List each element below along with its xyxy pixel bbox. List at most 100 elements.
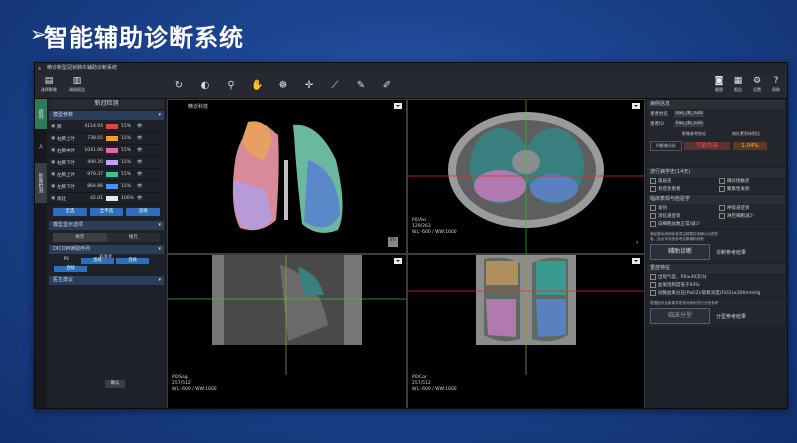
checkbox-icon[interactable] <box>650 290 656 296</box>
tab-person[interactable]: 人 <box>35 131 47 161</box>
structure-row[interactable]: ▣ 右肺中叶 1041.06 15% 👁 <box>49 145 164 157</box>
checkbox-icon[interactable] <box>650 205 656 211</box>
ok-button[interactable]: 确认 <box>105 380 125 388</box>
eye-icon[interactable]: 👁 <box>137 196 145 201</box>
checkbox-item[interactable]: 消化道症状 <box>647 212 716 220</box>
render-button[interactable]: 渲染 <box>126 208 161 216</box>
checkbox-icon[interactable] <box>650 178 656 184</box>
checkbox-icon[interactable] <box>650 274 656 280</box>
settings-button[interactable]: ⚙ 设置 <box>750 76 764 93</box>
structure-row[interactable]: ▣ 左肺下叶 864.86 15% 👁 <box>49 181 164 193</box>
dicom-select[interactable]: DICOM读取序列 ▾ <box>49 245 164 254</box>
checkbox-icon[interactable] <box>650 221 656 227</box>
checkbox-icon[interactable] <box>719 205 725 211</box>
eye-icon[interactable]: 👁 <box>137 184 145 189</box>
viewport-3d[interactable]: 精诊科技 复位 <box>167 99 407 254</box>
viewport-sagittal[interactable]: P0/Sag 257/512 WL:-600 / WW:1600 <box>167 254 407 408</box>
tab-image-detect[interactable]: 影像检测 <box>35 163 47 203</box>
color-swatch[interactable] <box>106 196 118 201</box>
opacity-value[interactable]: 15% <box>121 160 137 165</box>
color-swatch[interactable] <box>106 136 118 141</box>
checkbox-icon[interactable] <box>719 186 725 192</box>
checkbox-item[interactable]: 出现气促，RR≥30次/分 <box>647 273 785 281</box>
checkbox-icon[interactable] <box>650 186 656 192</box>
ai-analysis-button[interactable]: AI影像分析 <box>650 141 682 151</box>
checkbox-icon[interactable] <box>719 178 725 184</box>
eye-icon[interactable]: 👁 <box>137 124 145 129</box>
checkbox-item[interactable]: 动脉血氧分压(PaO2)/吸氧浓度(FiO2)≤300mmHg <box>647 289 785 297</box>
assist-diagnosis-button[interactable]: 辅助诊断 <box>650 244 710 260</box>
measure-icon[interactable]: ⟋ <box>329 80 341 92</box>
param-cell[interactable]: 连续 <box>54 266 88 272</box>
checkbox-item[interactable]: 呼吸道症状 <box>716 204 785 212</box>
checkbox-item[interactable]: 有症状患者 <box>647 185 716 193</box>
select-none-button[interactable]: 全不选 <box>89 208 124 216</box>
patient-id-field[interactable]: liao_dz_nick <box>674 121 704 127</box>
opacity-value[interactable]: 15% <box>121 184 137 189</box>
opacity-value[interactable]: 15% <box>121 172 137 177</box>
tab-case[interactable]: 病例 <box>35 99 47 129</box>
eye-icon[interactable]: 👁 <box>137 172 145 177</box>
checkbox-item[interactable]: 聚集性发病 <box>716 185 785 193</box>
structure-row[interactable]: ▣ 右肺下叶 490.20 15% 👁 <box>49 157 164 169</box>
zoom-icon[interactable]: ⚲ <box>225 80 237 92</box>
section-doctor-advice[interactable]: 医生建议 ▾ <box>49 276 164 285</box>
open-image-button[interactable]: ▤ 选择影像 <box>39 76 59 93</box>
color-swatch[interactable] <box>106 160 118 165</box>
report-button[interactable]: ▦ 报告 <box>731 76 745 93</box>
param-cell[interactable]: 连续 <box>80 258 115 264</box>
eye-icon[interactable]: 👁 <box>137 160 145 165</box>
annotate-icon[interactable]: ✐ <box>381 80 393 92</box>
rotate-icon[interactable]: ↻ <box>173 80 185 92</box>
color-swatch[interactable] <box>106 148 118 153</box>
opacity-value[interactable]: 100% <box>121 196 137 201</box>
eye-icon[interactable]: 👁 <box>137 136 145 141</box>
clinical-classify-button[interactable]: 临床分型 <box>650 308 710 324</box>
viewport-coronal[interactable]: P0/Cor 257/512 WL:-600 / WW:1600 <box>407 254 645 408</box>
structure-row[interactable]: ▣ 病灶 42.01 100% 👁 <box>49 193 164 205</box>
checkbox-item[interactable]: 发热 <box>647 204 716 212</box>
checkbox-item[interactable]: 确诊接触史 <box>716 177 785 185</box>
checkbox-icon[interactable] <box>719 213 725 219</box>
toggle-voxel[interactable]: 体元 <box>53 233 107 242</box>
select-all-button[interactable]: 全选 <box>53 208 87 216</box>
pan-hand-icon[interactable]: ✋ <box>251 80 263 92</box>
screenshot-button[interactable]: ◙ 截图 <box>712 76 726 93</box>
opacity-value[interactable]: 15% <box>121 136 137 141</box>
structure-row[interactable]: ▣ 左肺上叶 979.37 15% 👁 <box>49 169 164 181</box>
viewport-menu-button[interactable] <box>394 258 402 264</box>
viewport-menu-button[interactable] <box>394 103 402 109</box>
open-report-button[interactable]: ▥ 调阅报告 <box>67 76 87 93</box>
color-swatch[interactable] <box>106 172 118 177</box>
structure-row[interactable]: ▣ 肺 4114.04 15% 👁 <box>49 121 164 133</box>
draw-icon[interactable]: ✎ <box>355 80 367 92</box>
checkbox-item[interactable]: 旅居史 <box>647 177 716 185</box>
help-button[interactable]: ? 帮助 <box>769 76 783 93</box>
gear-icon: ⚙ <box>752 76 762 86</box>
viewport-menu-button[interactable] <box>632 103 640 109</box>
section-model-params[interactable]: 模型参数 ▾ <box>49 111 164 120</box>
toggle-line[interactable]: 线元 <box>106 233 160 242</box>
viewport-menu-button[interactable] <box>632 258 640 264</box>
checkbox-item[interactable]: 血氧饱和度低于93% <box>647 281 785 289</box>
patient-name-field[interactable]: liao_dz_nick <box>674 111 704 117</box>
viewport-axial[interactable]: P0/Axi 129/263 WL:-600 / WW:1600 <box>407 99 645 254</box>
field-label: 患者ID <box>650 122 664 127</box>
checkbox-item[interactable]: 淋巴细胞减少 <box>716 212 785 220</box>
crosshair-icon[interactable]: ✛ <box>303 80 315 92</box>
opacity-value[interactable]: 15% <box>121 124 137 129</box>
structure-row[interactable]: ▣ 右肺上叶 738.05 15% 👁 <box>49 133 164 145</box>
color-swatch[interactable] <box>106 184 118 189</box>
reset-button[interactable]: 复位 <box>388 237 398 247</box>
contrast-icon[interactable]: ◐ <box>199 80 211 92</box>
checkbox-item[interactable]: 白细胞总数正常/减少 <box>647 220 716 228</box>
vp-overlay-line: WL:-600 / WW:1600 <box>412 387 457 392</box>
checkbox-icon[interactable] <box>650 213 656 219</box>
window-level-icon[interactable]: ☸ <box>277 80 289 92</box>
checkbox-icon[interactable] <box>650 282 656 288</box>
opacity-value[interactable]: 15% <box>121 148 137 153</box>
section-display-options[interactable]: 模型显示选项 ▾ <box>49 221 164 230</box>
eye-icon[interactable]: 👁 <box>137 148 145 153</box>
param-cell[interactable]: 连续 <box>116 258 150 264</box>
color-swatch[interactable] <box>106 124 118 129</box>
